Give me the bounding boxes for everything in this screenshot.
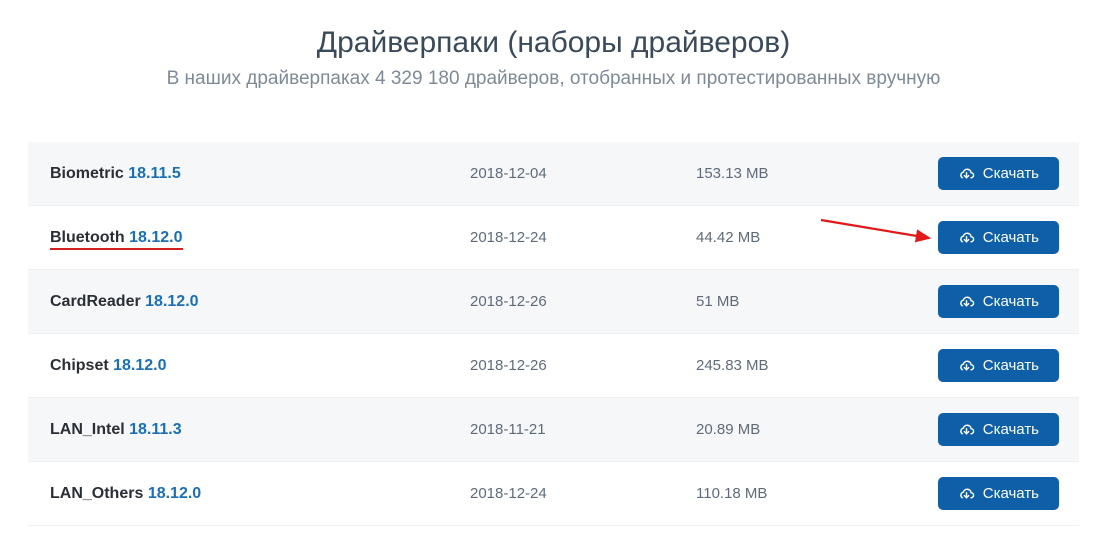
driver-link[interactable]: CardReader 18.12.0 <box>50 293 199 310</box>
table-row: Biometric 18.11.5 2018-12-04153.13 MB Ска… <box>28 142 1079 206</box>
driver-date: 2018-12-04 <box>470 165 696 182</box>
driver-version: 18.12.0 <box>148 485 201 502</box>
driver-name-cell: LAN_Intel 18.11.3 <box>50 421 470 439</box>
download-cell: Скачать <box>938 221 1059 254</box>
driver-size: 245.83 MB <box>696 357 938 374</box>
driver-date: 2018-12-24 <box>470 229 696 246</box>
download-button[interactable]: Скачать <box>938 477 1059 510</box>
cloud-download-icon <box>958 421 975 438</box>
download-button[interactable]: Скачать <box>938 157 1059 190</box>
driver-name-cell: LAN_Others 18.12.0 <box>50 485 470 503</box>
download-button[interactable]: Скачать <box>938 413 1059 446</box>
driver-date: 2018-12-26 <box>470 357 696 374</box>
driver-name-cell: Bluetooth 18.12.0 <box>50 229 470 247</box>
download-button[interactable]: Скачать <box>938 221 1059 254</box>
table-row: Chipset 18.12.0 2018-12-26245.83 MB Скача… <box>28 334 1079 398</box>
driver-name-cell: CardReader 18.12.0 <box>50 293 470 311</box>
page-subtitle: В наших драйверпаках 4 329 180 драйверов… <box>28 68 1079 90</box>
download-cell: Скачать <box>938 349 1059 382</box>
driver-size: 20.89 MB <box>696 421 938 438</box>
driver-name: LAN_Others <box>50 485 143 502</box>
driver-version: 18.11.3 <box>129 421 182 438</box>
driver-link[interactable]: Bluetooth 18.12.0 <box>50 229 183 250</box>
driver-date: 2018-12-24 <box>470 485 696 502</box>
download-button[interactable]: Скачать <box>938 285 1059 318</box>
download-cell: Скачать <box>938 285 1059 318</box>
driver-version: 18.12.0 <box>113 357 166 374</box>
cloud-download-icon <box>958 229 975 246</box>
table-row: LAN_Intel 18.11.3 2018-11-2120.89 MB Скач… <box>28 398 1079 462</box>
driver-name: Chipset <box>50 357 109 374</box>
driver-version: 18.12.0 <box>145 293 198 310</box>
cloud-download-icon <box>958 357 975 374</box>
page-title: Драйверпаки (наборы драйверов) <box>28 26 1079 60</box>
driver-date: 2018-12-26 <box>470 293 696 310</box>
driver-link[interactable]: Chipset 18.12.0 <box>50 357 167 374</box>
driver-table: Biometric 18.11.5 2018-12-04153.13 MB Ска… <box>28 142 1079 526</box>
download-cell: Скачать <box>938 157 1059 190</box>
cloud-download-icon <box>958 165 975 182</box>
download-button-label: Скачать <box>983 357 1039 374</box>
download-button-label: Скачать <box>983 421 1039 438</box>
driver-name-cell: Biometric 18.11.5 <box>50 165 470 183</box>
driver-version: 18.11.5 <box>128 165 181 182</box>
download-button-label: Скачать <box>983 485 1039 502</box>
driver-name: Biometric <box>50 165 124 182</box>
driver-name: Bluetooth <box>50 229 125 246</box>
driver-link[interactable]: LAN_Others 18.12.0 <box>50 485 201 502</box>
table-row: LAN_Others 18.12.0 2018-12-24110.18 MB Ск… <box>28 462 1079 526</box>
table-row: CardReader 18.12.0 2018-12-2651 MB Скачат… <box>28 270 1079 334</box>
table-row: Bluetooth 18.12.0 2018-12-2444.42 MB Скач… <box>28 206 1079 270</box>
download-cell: Скачать <box>938 413 1059 446</box>
driver-size: 110.18 MB <box>696 485 938 502</box>
download-button-label: Скачать <box>983 229 1039 246</box>
download-button[interactable]: Скачать <box>938 349 1059 382</box>
driver-version: 18.12.0 <box>129 229 182 246</box>
cloud-download-icon <box>958 293 975 310</box>
driver-size: 51 MB <box>696 293 938 310</box>
cloud-download-icon <box>958 485 975 502</box>
driver-name-cell: Chipset 18.12.0 <box>50 357 470 375</box>
driver-size: 44.42 MB <box>696 229 938 246</box>
driver-date: 2018-11-21 <box>470 421 696 438</box>
download-cell: Скачать <box>938 477 1059 510</box>
driver-link[interactable]: LAN_Intel 18.11.3 <box>50 421 182 438</box>
driver-name: CardReader <box>50 293 141 310</box>
driver-size: 153.13 MB <box>696 165 938 182</box>
driver-name: LAN_Intel <box>50 421 125 438</box>
driver-link[interactable]: Biometric 18.11.5 <box>50 165 181 182</box>
download-button-label: Скачать <box>983 293 1039 310</box>
download-button-label: Скачать <box>983 165 1039 182</box>
